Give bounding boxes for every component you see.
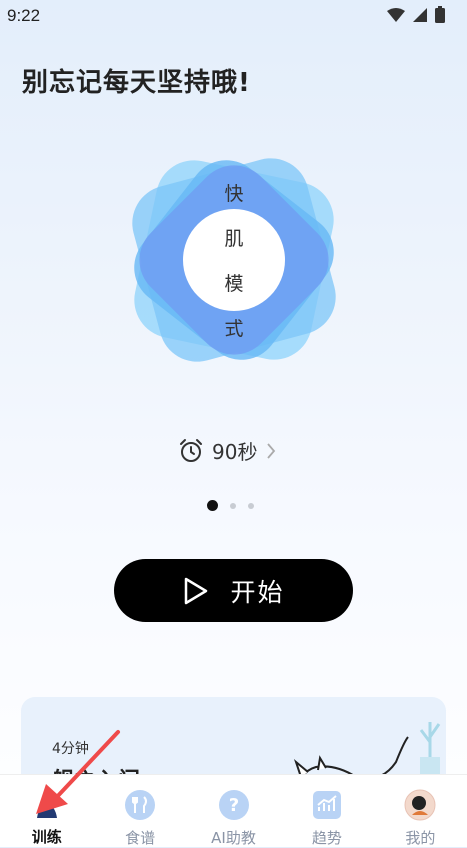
fork-knife-icon	[124, 789, 156, 821]
carousel-dot-active[interactable]	[207, 500, 218, 511]
page-title: 别忘记每天坚持哦!	[22, 68, 251, 98]
tab-label: 训练	[31, 828, 62, 846]
course-duration: 4分钟	[52, 741, 89, 757]
status-bar: 9:22	[0, 0, 467, 32]
carousel-dot[interactable]	[248, 502, 254, 509]
status-icons	[387, 6, 445, 23]
trainer-icon	[31, 789, 63, 820]
tab-ai-assistant[interactable]: ? AI助教	[187, 775, 280, 847]
battery-icon	[435, 6, 445, 23]
mode-char: 式	[224, 318, 244, 340]
signal-icon	[413, 7, 427, 22]
svg-text:?: ?	[228, 795, 238, 816]
start-button[interactable]: 开始	[114, 559, 353, 622]
mode-char: 快	[224, 183, 244, 205]
chevron-right-icon	[267, 442, 276, 459]
carousel-indicator	[207, 500, 254, 511]
tab-training[interactable]: 训练	[0, 775, 93, 847]
avatar-icon	[404, 789, 436, 821]
play-icon	[185, 577, 208, 604]
tab-label: AI助教	[211, 829, 256, 847]
timer-selector[interactable]: 90秒	[178, 436, 277, 465]
status-time: 9:22	[7, 6, 41, 25]
tab-label: 趋势	[311, 829, 342, 847]
mode-char: 肌	[224, 228, 244, 250]
chart-icon	[311, 789, 343, 821]
tab-profile[interactable]: 我的	[374, 775, 467, 847]
alarm-clock-icon	[180, 438, 202, 462]
bottom-tab-bar: 训练 食谱 ? AI助教 趋势 我的	[0, 774, 467, 847]
mode-char: 模	[224, 273, 244, 295]
carousel-dot[interactable]	[230, 502, 236, 509]
mode-selector-flower[interactable]: 快 肌 模 式	[118, 144, 350, 376]
mode-label: 快 肌 模 式	[134, 160, 334, 360]
tab-label: 我的	[405, 829, 436, 847]
start-button-label: 开始	[230, 577, 285, 607]
tab-trends[interactable]: 趋势	[280, 775, 373, 847]
tab-label: 食谱	[125, 829, 156, 847]
question-icon: ?	[218, 789, 250, 821]
plant-illustration	[419, 722, 441, 777]
tab-recipes[interactable]: 食谱	[93, 775, 186, 847]
wifi-icon	[387, 7, 405, 22]
timer-value: 90秒	[212, 440, 258, 464]
